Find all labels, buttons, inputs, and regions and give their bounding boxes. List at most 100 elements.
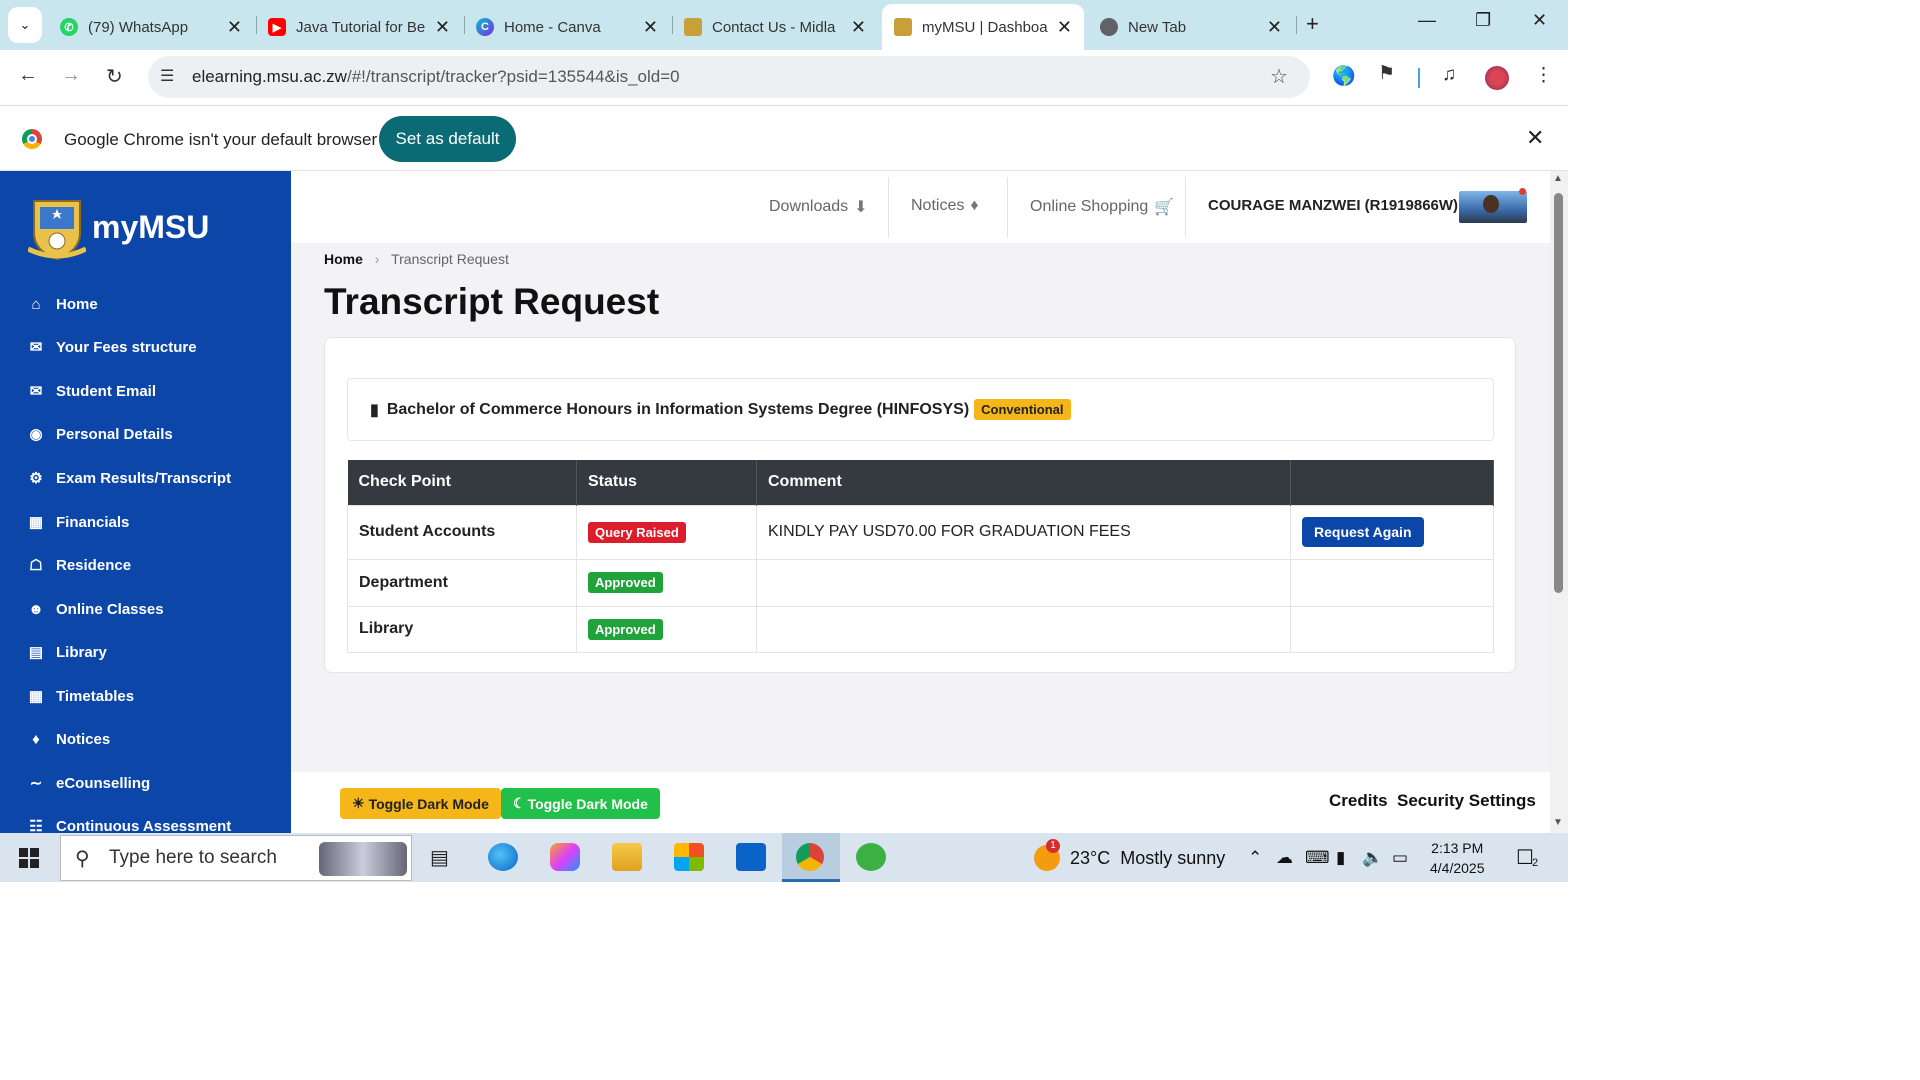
close-icon[interactable]: ✕ [435, 17, 450, 38]
sidebar-item-home[interactable]: ⌂ Home [26, 292, 97, 316]
status-cell: Approved [576, 558, 757, 607]
sidebar-item-residence[interactable]: ☖ Residence [26, 553, 131, 577]
chrome-taskbar-button[interactable] [782, 833, 840, 882]
chrome-icon [796, 843, 824, 871]
site-info-icon[interactable]: ☰ [160, 66, 174, 86]
scroll-down-icon[interactable]: ▼ [1553, 817, 1563, 828]
notices-link[interactable]: Notices ♦ [911, 197, 979, 215]
sidebar-item-online-classes[interactable]: ☻ Online Classes [26, 597, 163, 621]
tab-whatsapp[interactable]: ✆ (79) WhatsApp ✕ [48, 4, 254, 50]
envelope-icon: ✉ [29, 383, 43, 400]
notifications-icon[interactable]: ☐ 2 [1516, 845, 1538, 870]
infobar-close-icon[interactable]: ✕ [1526, 125, 1544, 151]
new-tab-button[interactable]: + [1306, 11, 1319, 37]
credits-link[interactable]: Credits [1329, 791, 1388, 811]
comment-cell: KINDLY PAY USD70.00 FOR GRADUATION FEES [756, 504, 1291, 560]
online-shopping-link[interactable]: Online Shopping 🛒 [1030, 197, 1174, 217]
breadcrumb-current: Transcript Request [391, 251, 509, 267]
windows-start-button[interactable] [19, 848, 39, 868]
taskbar-clock[interactable]: 2:13 PM 4/4/2025 [1430, 838, 1485, 878]
task-view-icon[interactable]: ▤ [430, 845, 449, 870]
sidebar-item-exam-results[interactable]: ⚙ Exam Results/Transcript [26, 466, 231, 490]
scrollbar-thumb[interactable] [1554, 193, 1563, 593]
reload-button[interactable]: ↻ [106, 64, 123, 89]
forward-button[interactable]: → [61, 64, 81, 87]
file-explorer-icon[interactable] [612, 843, 642, 871]
close-icon[interactable]: ✕ [643, 17, 658, 38]
brand-name: myMSU [92, 209, 210, 245]
tab-canva[interactable]: C Home - Canva ✕ [464, 4, 670, 50]
cart-icon: 🛒 [1154, 199, 1175, 216]
tab-mymsu-dashboard[interactable]: myMSU | Dashboa ✕ [882, 4, 1084, 50]
volume-icon[interactable]: 🔈 [1362, 848, 1383, 868]
close-icon[interactable]: ✕ [1057, 17, 1072, 38]
utorrent-icon[interactable] [856, 843, 886, 871]
close-window-button[interactable]: ✕ [1532, 10, 1547, 31]
sidebar-item-continuous-assessment[interactable]: ☷ Continuous Assessment [26, 814, 231, 834]
tab-java-tutorial[interactable]: ▶ Java Tutorial for Be ✕ [256, 4, 462, 50]
restore-button[interactable]: ❐ [1475, 10, 1491, 31]
chrome-icon [1100, 18, 1118, 36]
bookmark-icon: ▮ [370, 401, 379, 419]
user-name[interactable]: COURAGE MANZWEI (R1919866W) [1208, 197, 1458, 214]
language-icon[interactable]: ⌨ [1305, 848, 1330, 868]
bookmark-star-icon[interactable]: ☆ [1270, 64, 1288, 89]
money-icon: ▦ [28, 514, 44, 531]
weather-widget[interactable]: 1 23°C Mostly sunny [1034, 839, 1225, 871]
sidebar-item-library[interactable]: ▤ Library [26, 640, 107, 664]
close-icon[interactable]: ✕ [1267, 17, 1282, 38]
comment-cell [756, 605, 1291, 653]
table-header: Status [576, 460, 757, 505]
tab-contact-us[interactable]: Contact Us - Midla ✕ [672, 4, 878, 50]
back-button[interactable]: ← [18, 64, 38, 87]
sidebar-item-fees-structure[interactable]: ✉ Your Fees structure [26, 335, 197, 359]
extension-globe-icon[interactable]: 🌎 [1332, 64, 1356, 88]
toggle-light-mode-button[interactable]: ☀ Toggle Dark Mode [340, 788, 501, 819]
toggle-dark-mode-button[interactable]: ☾ Toggle Dark Mode [501, 788, 660, 819]
edge-icon[interactable] [488, 843, 518, 871]
table-header: Comment [756, 460, 1291, 505]
close-icon[interactable]: ✕ [227, 17, 242, 38]
minimize-button[interactable]: — [1418, 10, 1436, 31]
microsoft-store-icon[interactable] [674, 843, 704, 871]
breadcrumb-home[interactable]: Home [324, 251, 363, 267]
close-icon[interactable]: ✕ [851, 17, 866, 38]
canva-icon: C [476, 18, 494, 36]
scroll-up-icon[interactable]: ▲ [1553, 173, 1563, 184]
tab-search-button[interactable]: ⌄ [8, 7, 42, 43]
sidebar-item-notices[interactable]: ♦ Notices [26, 727, 110, 751]
search-icon: ⚲ [75, 848, 90, 870]
sidebar-item-student-email[interactable]: ✉ Student Email [26, 379, 156, 403]
menu-kebab-icon[interactable]: ⋮ [1534, 64, 1553, 87]
tab-new-tab[interactable]: New Tab ✕ [1088, 4, 1294, 50]
sidebar-item-financials[interactable]: ▦ Financials [26, 510, 129, 534]
table-row: Library Approved [347, 605, 1494, 653]
copilot-icon[interactable] [550, 843, 580, 871]
windows-taskbar: ⚲ Type here to search ▤ 1 23°C Mostly su… [0, 833, 1568, 882]
taskbar-search-input[interactable]: ⚲ Type here to search [60, 835, 412, 881]
page-scrollbar[interactable]: ▲ ▼ [1550, 171, 1568, 833]
request-again-button[interactable]: Request Again [1302, 517, 1424, 547]
sidebar-item-timetables[interactable]: ▦ Timetables [26, 684, 134, 708]
table-header: Check Point [347, 460, 577, 505]
outlook-icon[interactable] [736, 843, 766, 871]
reload-icon: ↻ [106, 66, 123, 88]
extensions-puzzle-icon[interactable]: ⚑ [1378, 62, 1395, 85]
sidebar-item-ecounselling[interactable]: ∼ eCounselling [26, 771, 150, 795]
sidebar-item-personal-details[interactable]: ◉ Personal Details [26, 422, 172, 446]
profile-avatar[interactable] [1485, 66, 1509, 90]
downloads-link[interactable]: Downloads ⬇ [769, 197, 868, 217]
media-control-icon[interactable]: ♫ [1442, 64, 1456, 86]
set-as-default-button[interactable]: Set as default [379, 116, 516, 162]
chevron-up-icon[interactable]: ⌃ [1248, 848, 1262, 868]
battery-icon[interactable]: ▮ [1336, 848, 1345, 868]
handshake-icon: ∼ [29, 775, 43, 792]
browser-tab-bar: ⌄ ✆ (79) WhatsApp ✕ ▶ Java Tutorial for … [0, 0, 1568, 50]
address-bar[interactable]: elearning.msu.ac.zw/#!/transcript/tracke… [148, 56, 1310, 98]
user-avatar[interactable] [1459, 191, 1527, 223]
onedrive-icon[interactable]: ☁ [1276, 848, 1293, 868]
status-cell: Approved [576, 605, 757, 653]
network-icon[interactable]: ▭ [1392, 848, 1408, 868]
online-status-dot [1519, 188, 1526, 195]
security-settings-link[interactable]: Security Settings [1397, 791, 1536, 811]
